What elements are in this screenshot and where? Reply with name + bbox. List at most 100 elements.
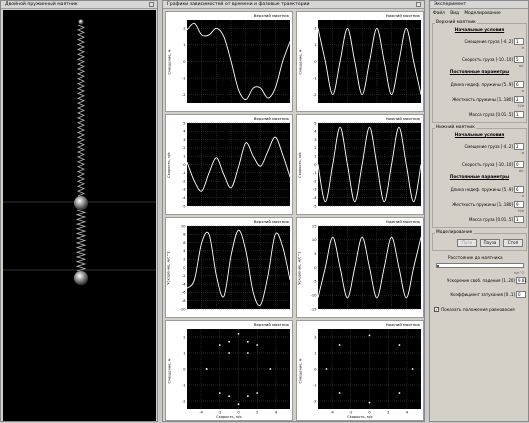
menu-bar: Файл Вид Моделирование xyxy=(430,10,528,17)
upper-stiffness-label: Жесткость пружины [1..180] xyxy=(452,97,513,102)
slider-thumb[interactable] xyxy=(437,265,439,267)
phase-point xyxy=(256,392,259,394)
stop-button[interactable]: Стоп xyxy=(503,239,523,247)
upper-spring xyxy=(76,24,86,197)
phase-point xyxy=(368,401,371,404)
menu-file[interactable]: Файл xyxy=(433,11,445,16)
upper-mass-row: Масса груза [0.01..5] 1 xyxy=(435,111,525,119)
upper-mass-field[interactable]: 1 xyxy=(514,111,524,118)
close-icon[interactable] xyxy=(416,2,421,7)
damping-label: Коэффициент затухания [0..1] xyxy=(450,292,515,297)
upper-displacement-unit: м xyxy=(521,46,524,50)
y-tick-label: -3 xyxy=(182,188,186,192)
pendulum-scene xyxy=(3,19,156,285)
phase-point xyxy=(368,334,371,337)
plot-area xyxy=(187,226,290,309)
y-tick-label: -1 xyxy=(313,171,317,175)
y-tick-label: 8 xyxy=(183,233,186,237)
y-tick-label: 0 xyxy=(183,60,186,64)
plot-area xyxy=(318,123,421,206)
close-icon[interactable] xyxy=(149,2,154,7)
y-tick-label: -10 xyxy=(180,307,187,311)
plot-svg: 2 1 0 -1 -2 xyxy=(313,20,422,103)
y-tick-label: 0 xyxy=(314,60,317,64)
lower-mass-field[interactable]: 1 xyxy=(514,216,524,223)
y-tick-label: 1 xyxy=(314,351,316,355)
y-tick-label: -2 xyxy=(313,399,317,403)
lower-speed-label: Скорость груза [-10..10] xyxy=(462,162,513,167)
phase-point xyxy=(246,340,249,343)
lower-displacement-field[interactable]: 2 xyxy=(514,143,524,150)
experiment-window: Эксперимент Файл Вид Моделирование Верхн… xyxy=(429,0,529,422)
plot-4: Нижний маятник Скорость, м/с 5 4 3 2 1 0 -1 -2 -3-… xyxy=(296,114,424,215)
y-tick-label: -2 xyxy=(182,399,186,403)
pendulum-window-title: Двойной пружинный маятник xyxy=(5,2,78,7)
x-tick-label: 2 xyxy=(256,411,258,415)
y-tick-label: 0 xyxy=(314,266,317,270)
graphs-window-title: Графики зависимостей от времени и фазовы… xyxy=(167,2,310,7)
gravity-field[interactable]: 9.81 xyxy=(516,277,527,284)
upper-speed-field[interactable]: 5 xyxy=(514,56,524,63)
y-tick-label: -5 xyxy=(313,280,317,284)
menu-modeling[interactable]: Моделирование xyxy=(464,11,500,16)
x-tick-label: 4 xyxy=(406,411,409,415)
lower-length-field[interactable]: 6 xyxy=(514,186,524,193)
lower-mass-row: Масса груза [0.01..5] 1 xyxy=(435,216,525,224)
lower-speed-row: Скорость груза [-10..10] 0 xyxy=(435,161,525,169)
phase-point xyxy=(228,395,231,398)
y-tick-label: -1 xyxy=(313,383,317,387)
start-button[interactable]: Пуск xyxy=(457,239,477,247)
phase-point xyxy=(411,368,414,370)
y-tick-label: 5 xyxy=(314,121,316,125)
show-equilibrium-checkbox[interactable]: ✓ xyxy=(434,307,439,312)
y-tick-label: -5 xyxy=(182,204,186,208)
lower-length-unit: м xyxy=(521,194,524,198)
y-tick-label: 2 xyxy=(183,258,185,262)
modeling-group: Моделирование Пуск Пауза Стоп xyxy=(432,230,527,251)
y-tick-label: -2 xyxy=(182,179,186,183)
y-tick-label: 2 xyxy=(183,146,185,150)
upper-length-field[interactable]: 6 xyxy=(514,81,524,88)
y-tick-label: -15 xyxy=(311,307,317,311)
phase-point xyxy=(218,344,221,346)
y-tick-label: 0 xyxy=(183,163,186,167)
x-tick-label: 2 xyxy=(387,411,389,415)
plot-area xyxy=(187,123,290,206)
lower-speed-field[interactable]: 0 xyxy=(514,161,524,168)
distance-slider[interactable] xyxy=(436,263,524,268)
upper-speed-label: Скорость груза [-10..10] xyxy=(462,57,513,62)
y-tick-label: -1 xyxy=(182,171,186,175)
y-tick-label: -1 xyxy=(182,383,186,387)
lower-constant-params-heading: Постоянные параметры xyxy=(449,175,510,180)
experiment-window-title: Эксперимент xyxy=(434,2,467,7)
y-tick-label: 4 xyxy=(183,249,186,253)
damping-row: Коэффициент затухания [0..1] 0 xyxy=(432,291,527,299)
plot-svg: 15 10 5 0 -5 -10 -15 xyxy=(311,224,422,311)
y-tick-label: 10 xyxy=(312,238,317,242)
plot-svg: 5 4 3 2 1 0 -1 -2 -3 -4 -5 xyxy=(313,121,422,208)
phase-point xyxy=(256,344,259,346)
y-tick-label: 5 xyxy=(314,252,316,256)
show-equilibrium-label: Показать положения равновесия xyxy=(441,307,515,312)
y-tick-label: 0 xyxy=(314,163,317,167)
y-tick-label: 1 xyxy=(314,43,316,47)
experiment-window-titlebar[interactable]: Эксперимент xyxy=(430,1,528,9)
y-tick-label: 1 xyxy=(183,43,185,47)
plot-svg: 2 1 0 -1 -2 -4 -2 0 2 4 xyxy=(313,329,421,415)
lower-mass xyxy=(74,271,88,285)
upper-displacement-field[interactable]: 1 xyxy=(514,38,524,45)
pause-button[interactable]: Пауза xyxy=(480,239,500,247)
graphs-window-titlebar[interactable]: Графики зависимостей от времени и фазовы… xyxy=(163,1,424,9)
y-tick-label: 2 xyxy=(314,27,316,31)
y-tick-label: 4 xyxy=(183,130,186,134)
pendulum-window-titlebar[interactable]: Двойной пружинный маятник xyxy=(1,1,157,9)
upper-pendulum-group: Верхний маятник Начальные условия Смещен… xyxy=(432,20,527,123)
lower-stiffness-field[interactable]: 9 xyxy=(514,201,524,208)
damping-field[interactable]: 0 xyxy=(516,291,526,298)
upper-stiffness-field[interactable]: 2 xyxy=(514,96,524,103)
y-tick-label: 15 xyxy=(312,224,317,228)
x-tick-label: -2 xyxy=(218,411,222,415)
menu-view[interactable]: Вид xyxy=(450,11,459,16)
y-tick-label: 2 xyxy=(314,335,316,339)
phase-point xyxy=(338,392,341,394)
